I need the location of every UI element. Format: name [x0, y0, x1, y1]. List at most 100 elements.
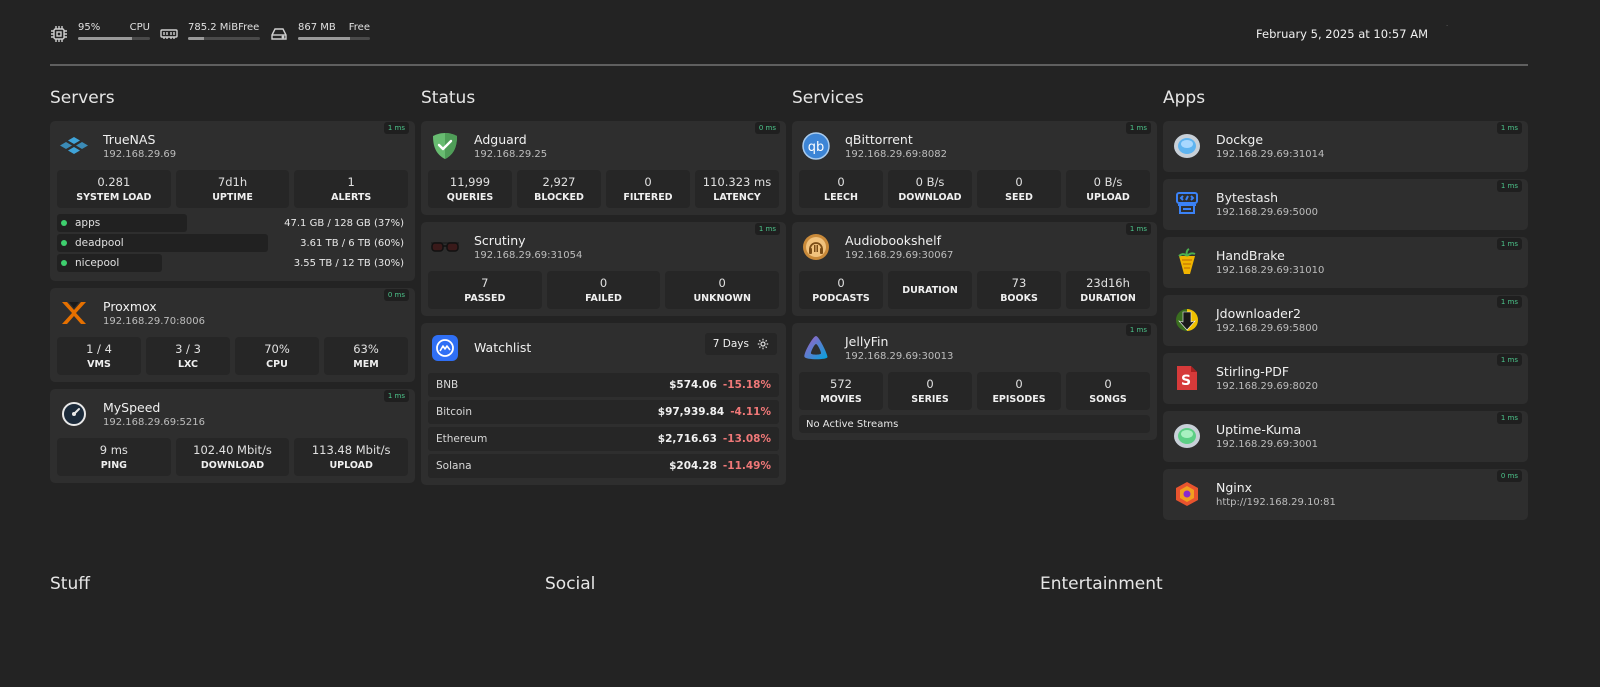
nginx-icon	[1172, 479, 1202, 509]
service-card-jellyfin[interactable]: 1 ms JellyFin 192.168.29.69:30013 572 MOV…	[792, 323, 1157, 440]
service-name: Adguard	[474, 132, 527, 147]
pool-list: apps 47.1 GB / 128 GB (37%) deadpool 3.61 …	[57, 214, 408, 272]
app-host: 192.168.29.69:5800	[1216, 323, 1318, 334]
app-card-stirling-pdf[interactable]: 1 ms S Stirling-PDF 192.168.29.69:8020	[1163, 353, 1528, 404]
stat-vms: 1 / 4 VMS	[57, 337, 141, 375]
stat-unknown: 0 UNKNOWN	[665, 271, 780, 309]
range-select[interactable]: 7 Days	[704, 333, 777, 355]
pool-item: deadpool 3.61 TB / 6 TB (60%)	[57, 234, 408, 252]
speedometer-icon	[59, 399, 89, 429]
latency-badge: 1 ms	[1496, 238, 1522, 250]
apps-title: Apps	[1163, 88, 1206, 108]
stat-songs: 0 SONGS	[1066, 372, 1150, 410]
section-title-stuff: Stuff	[50, 574, 90, 594]
resource-bar: 95% CPU 785.2 MiBFree 867 MB Free February…	[50, 22, 1528, 46]
stat-filtered: 0 FILTERED	[606, 170, 690, 208]
latency-badge: 1 ms	[1496, 122, 1522, 134]
proxmox-icon	[59, 298, 89, 328]
stat-books: 73 BOOKS	[977, 271, 1061, 309]
app-host: 192.168.29.69:3001	[1216, 439, 1318, 450]
svg-text:qb: qb	[808, 140, 825, 155]
jdownloader-icon	[1172, 305, 1202, 335]
server-card-myspeed[interactable]: 1 ms MySpeed 192.168.29.69:5216 9 ms PING…	[50, 389, 415, 483]
status-column: Status 0 ms Adguard 192.168.29.25 11,999…	[421, 88, 786, 492]
server-name: MySpeed	[103, 400, 161, 415]
latency-badge: 1 ms	[1496, 296, 1522, 308]
stat-queries: 11,999 QUERIES	[428, 170, 512, 208]
app-name: Jdownloader2	[1216, 306, 1301, 321]
gear-icon[interactable]	[757, 338, 769, 350]
service-card-qbittorrent[interactable]: 1 ms qb qBittorrent 192.168.29.69:8082 0…	[792, 121, 1157, 215]
app-card-nginx[interactable]: 0 ms Nginx http://192.168.29.10:81	[1163, 469, 1528, 520]
watchlist-title: Watchlist	[474, 339, 532, 355]
stat-leech: 0 LEECH	[799, 170, 883, 208]
pool-item: apps 47.1 GB / 128 GB (37%)	[57, 214, 408, 232]
service-host: 192.168.29.69:30067	[845, 250, 954, 261]
app-card-jdownloader2[interactable]: 1 ms Jdownloader2 192.168.29.69:5800	[1163, 295, 1528, 346]
latency-badge: 1 ms	[1125, 122, 1151, 134]
section-title-social: Social	[545, 574, 596, 594]
latency-badge: 1 ms	[383, 122, 409, 134]
status-card-scrutiny[interactable]: 1 ms Scrutiny 192.168.29.69:31054 7 PASSE…	[421, 222, 786, 316]
header-divider	[50, 64, 1528, 66]
app-name: Uptime-Kuma	[1216, 422, 1302, 437]
stat-series: 0 SERIES	[888, 372, 972, 410]
app-name: Dockge	[1216, 132, 1264, 147]
latency-badge: 1 ms	[1496, 180, 1522, 192]
server-card-proxmox[interactable]: 0 ms Proxmox 192.168.29.70:8006 1 / 4 VMS…	[50, 288, 415, 382]
service-host: 192.168.29.69:30013	[845, 351, 954, 362]
stat-uptime: 7d1h UPTIME	[175, 170, 290, 208]
status-card-adguard[interactable]: 0 ms Adguard 192.168.29.25 11,999 QUERIES…	[421, 121, 786, 215]
cpu-widget: 95% CPU	[50, 22, 150, 43]
stat-upload: 0 B/s UPLOAD	[1066, 170, 1150, 208]
app-card-dockge[interactable]: 1 ms Dockge 192.168.29.69:31014	[1163, 121, 1528, 172]
status-title: Status	[421, 88, 476, 108]
latency-badge: 1 ms	[754, 223, 780, 235]
stat-download: 102.40 Mbit/s DOWNLOAD	[175, 438, 290, 476]
app-name: Nginx	[1216, 480, 1253, 495]
stat-passed: 7 PASSED	[428, 271, 542, 309]
apps-column: Apps 1 ms Dockge 192.168.29.69:31014 1 m…	[1163, 88, 1528, 527]
dockge-icon	[1172, 131, 1202, 161]
range-label: 7 Days	[712, 338, 749, 350]
stat-movies: 572 MOVIES	[799, 372, 883, 410]
disk-label: Free	[348, 22, 370, 33]
latency-badge: 0 ms	[754, 122, 780, 134]
stat-system-load: 0.281 SYSTEM LOAD	[57, 170, 171, 208]
latency-badge: 0 ms	[1496, 470, 1522, 482]
server-card-truenas[interactable]: 1 ms TrueNAS 192.168.29.69 0.281 SYSTEM L…	[50, 121, 415, 281]
server-name: Proxmox	[103, 299, 157, 314]
streams-status: No Active Streams	[799, 415, 1150, 433]
latency-badge: 0 ms	[383, 289, 409, 301]
servers-column: Servers 1 ms TrueNAS 192.168.29.69 0.281…	[50, 88, 415, 490]
memory-label: Free	[238, 22, 260, 33]
coinmarketcap-icon	[430, 333, 460, 363]
stat-upload: 113.48 Mbit/s UPLOAD	[294, 438, 409, 476]
app-host: 192.168.29.69:8020	[1216, 381, 1318, 392]
stat-podcasts: 0 PODCASTS	[799, 271, 883, 309]
app-host: 192.168.29.69:31010	[1216, 265, 1325, 276]
latency-badge: 1 ms	[383, 390, 409, 402]
status-dot-icon	[61, 260, 67, 266]
disk-bar	[298, 37, 370, 40]
app-card-handbrake[interactable]: 1 ms HandBrake 192.168.29.69:31010	[1163, 237, 1528, 288]
service-card-audiobookshelf[interactable]: 1 ms Audiobookshelf 192.168.29.69:30067 …	[792, 222, 1157, 316]
stat-download: 0 B/s DOWNLOAD	[888, 170, 972, 208]
service-name: qBittorrent	[845, 132, 913, 147]
disk-value: 867 MB	[298, 22, 336, 33]
cpu-value: 95%	[78, 22, 101, 33]
truenas-icon	[59, 131, 89, 161]
service-host: 192.168.29.69:31054	[474, 250, 583, 261]
app-card-bytestash[interactable]: 1 ms Bytestash 192.168.29.69:5000	[1163, 179, 1528, 230]
watchlist-card[interactable]: Watchlist 7 Days BNB $574.06 -15.18% Bitco…	[421, 323, 786, 485]
stat-episodes: 0 EPISODES	[977, 372, 1061, 410]
service-host: 192.168.29.69:8082	[845, 149, 947, 160]
app-card-uptime-kuma[interactable]: 1 ms Uptime-Kuma 192.168.29.69:3001	[1163, 411, 1528, 462]
server-host: 192.168.29.69:5216	[103, 417, 205, 428]
status-dot-icon	[61, 240, 67, 246]
server-host: 192.168.29.69	[103, 149, 177, 160]
app-name: HandBrake	[1216, 248, 1285, 263]
stirling-pdf-icon: S	[1172, 363, 1202, 393]
app-host: http://192.168.29.10:81	[1216, 497, 1336, 508]
stat-book-duration: 23d16h DURATION	[1066, 271, 1150, 309]
